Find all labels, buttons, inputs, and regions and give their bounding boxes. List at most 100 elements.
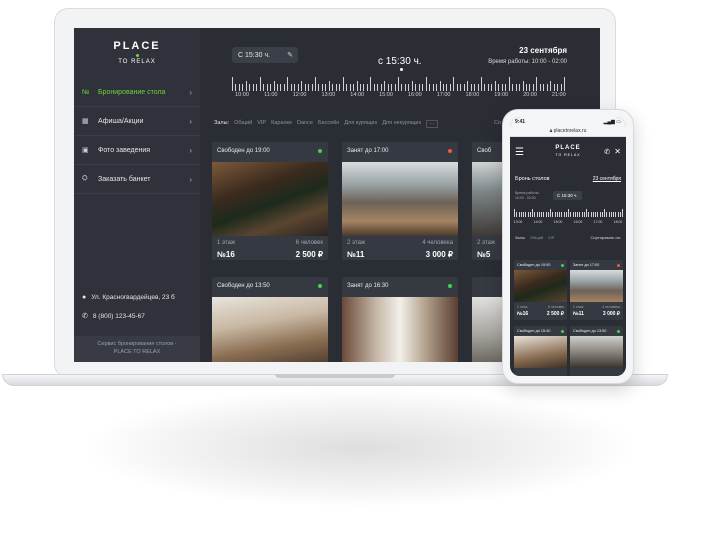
phone-call-icon[interactable]: ✆ <box>604 148 610 156</box>
phone-table-card[interactable]: Свободен до 19:00 1 этаж 6 человек №16 2… <box>514 260 567 320</box>
timeline-tick <box>273 81 275 91</box>
filter-nonsmoking[interactable]: Для некурящих <box>382 120 421 128</box>
timeline-tick <box>290 84 292 91</box>
logo[interactable]: PLACE TO RELAX <box>74 40 200 65</box>
phone-timeline-tick <box>570 212 572 217</box>
restaurant-photo <box>342 297 458 362</box>
sort-button[interactable]: Со <box>494 120 501 126</box>
filter-dance[interactable]: Dance <box>297 120 313 128</box>
laptop-shadow <box>80 388 640 508</box>
table-card[interactable]: Свободен до 19:00 1 этаж 6 человек №16 2… <box>212 142 328 260</box>
chevron-right-icon: › <box>189 145 192 155</box>
phone-timeline-tick <box>543 212 545 217</box>
filter-pool[interactable]: Бассейн <box>318 120 339 128</box>
sidebar-item-booking[interactable]: № Бронирование стола › <box>74 78 200 107</box>
phone-timeline-tick <box>588 212 590 217</box>
phone-timeline-tick <box>608 212 610 217</box>
sidebar-item-events[interactable]: ▦ Афиша/Акции › <box>74 107 200 136</box>
phone-timeline-tick <box>536 212 538 217</box>
timeline-tick <box>546 84 548 91</box>
phone-filter-general[interactable]: Общий <box>530 235 543 240</box>
timeline-marker[interactable] <box>400 68 403 71</box>
phone-filters: Залы Общий VIP Сортировать по: <box>510 231 626 245</box>
timeline-tick <box>356 81 358 91</box>
timeline-tick <box>519 84 521 91</box>
table-card[interactable]: Занят до 16:30 <box>342 277 458 362</box>
restaurant-photo <box>212 297 328 362</box>
sidebar-item-photos[interactable]: ▣ Фото заведения › <box>74 136 200 165</box>
timeline-tick <box>384 81 386 91</box>
timeline-label: 16:00 <box>407 92 422 98</box>
timeline-tick <box>321 84 323 91</box>
timeline-tick <box>529 84 531 91</box>
phone-timeline-tick <box>590 212 592 217</box>
timeline-tick <box>456 84 458 91</box>
phone-sort[interactable]: Сортировать по: <box>590 235 621 240</box>
card-status: Свободен до 15:40 <box>517 329 551 333</box>
timeline-tick <box>263 84 265 91</box>
timeline-tick <box>557 84 559 91</box>
timeline-tick <box>249 84 251 91</box>
table-card[interactable]: Занят до 17:00 2 этаж 4 человека №11 3 0… <box>342 142 458 260</box>
phone-date[interactable]: 23 сентября <box>593 176 621 182</box>
card-capacity: 6 человек <box>548 305 564 309</box>
sidebar-item-label: Бронирование стола <box>98 88 166 96</box>
phone-timeline-tick <box>577 212 578 217</box>
phone-timeline-label: 17:00 <box>593 220 603 224</box>
sidebar-item-label: Фото заведения <box>98 146 151 154</box>
filter-more-button[interactable]: ··· <box>426 120 438 128</box>
card-status: Занят до 17:00 <box>347 148 389 154</box>
chevron-right-icon: › <box>189 174 192 184</box>
timeline-tick <box>370 77 372 91</box>
phone-table-card[interactable]: Свободен до 13:50 <box>570 326 623 376</box>
phone-timeline-tick <box>597 212 599 217</box>
filter-general[interactable]: Общий <box>234 120 252 128</box>
sidebar-footer: Сервис бронирования столов - PLACE TO RE… <box>74 336 200 362</box>
sidebar: PLACE TO RELAX № Бронирование стола › ▦ … <box>74 28 200 362</box>
phone-text: 8 (800) 123-45-67 <box>92 312 145 320</box>
phone-filter-vip[interactable]: VIP <box>548 235 554 240</box>
sidebar-item-banquet[interactable]: ⛭ Заказать банкет › <box>74 165 200 194</box>
card-floor: 2 этаж <box>347 240 365 246</box>
filter-karaoke[interactable]: Караоке <box>271 120 292 128</box>
restaurant-photo <box>212 162 328 236</box>
phone-title-row: Бронь столов 23 сентября <box>510 171 626 191</box>
close-icon[interactable]: ✕ <box>614 147 621 156</box>
timeline-tick <box>256 84 258 91</box>
timeline-label: 10:00 <box>235 92 249 98</box>
phone-table-card[interactable]: Свободен до 15:40 <box>514 326 567 376</box>
timeline-tick <box>477 84 479 91</box>
timeline-tick <box>346 84 348 91</box>
restaurant-photo <box>342 162 458 236</box>
phone-table-card[interactable]: Занят до 17:00 2 этаж 4 человека №11 3 0… <box>570 260 623 320</box>
filter-vip[interactable]: VIP <box>257 120 266 128</box>
phone-timeline-label: 18:00 <box>613 220 623 224</box>
phone-timeline-tick <box>581 212 583 217</box>
photo-icon: ▣ <box>82 147 89 154</box>
url-bar[interactable]: 🔒︎ placetorelax.ru <box>510 126 626 137</box>
phone-timeline-tick <box>592 212 594 217</box>
phone-timeline-ruler[interactable] <box>514 209 623 217</box>
phone-timeline-tick <box>547 212 549 217</box>
timeline-tick <box>342 77 344 91</box>
timeline-ruler[interactable] <box>232 73 565 91</box>
card-price: 3 000 ₽ <box>602 311 620 317</box>
timeline-label: 17:00 <box>436 92 451 98</box>
phone-timeline-tick <box>601 212 603 217</box>
timeline-tick <box>297 84 299 91</box>
timeline-tick <box>550 81 552 91</box>
table-card[interactable]: Свободен до 13:50 <box>212 277 328 362</box>
phone-contact[interactable]: ✆ 8 (800) 123-45-67 <box>82 312 145 321</box>
timeline-tick <box>325 84 327 91</box>
filter-smoking[interactable]: Для курящих <box>344 120 377 128</box>
phone-timeline-tick <box>523 212 524 217</box>
card-table-number: №16 <box>217 250 235 259</box>
time-picker-button[interactable]: С 15:30 ч. ✎ <box>232 47 298 63</box>
timeline-tick <box>432 84 434 91</box>
date-label[interactable]: 23 сентября <box>519 46 567 55</box>
sidebar-menu: № Бронирование стола › ▦ Афиша/Акции › ▣… <box>74 78 200 194</box>
phone-frame: 9:41 ▂▄▆ ▭ 🔒︎ placetorelax.ru ☰ PLACE TO… <box>502 109 634 384</box>
timeline-tick <box>536 77 538 91</box>
phone-hours-1: Время работы: <box>515 191 540 195</box>
phone-time-pill[interactable]: С 15:30 ч. <box>553 191 582 200</box>
